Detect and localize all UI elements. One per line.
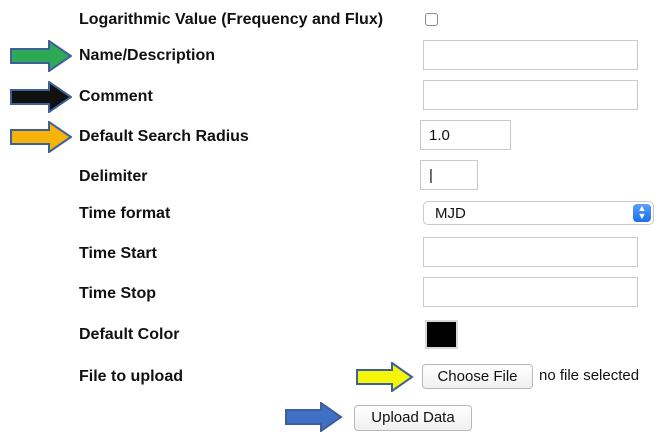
black-arrow-icon bbox=[10, 81, 72, 113]
blue-arrow-icon bbox=[285, 402, 343, 432]
no-file-selected-text: no file selected bbox=[539, 367, 640, 384]
choose-file-button[interactable]: Choose File bbox=[422, 364, 533, 389]
yellow-arrow-icon bbox=[356, 362, 414, 392]
select-stepper-icon: ▲ ▼ bbox=[633, 204, 651, 222]
time-format-select[interactable]: MJD ▲ ▼ bbox=[423, 201, 654, 225]
comment-label: Comment bbox=[79, 88, 153, 105]
file-upload-label: File to upload bbox=[79, 368, 183, 385]
time-stop-label: Time Stop bbox=[79, 285, 157, 302]
delimiter-label: Delimiter bbox=[79, 168, 148, 185]
time-format-label: Time format bbox=[79, 205, 171, 222]
search-radius-label: Default Search Radius bbox=[79, 128, 249, 145]
default-color-label: Default Color bbox=[79, 326, 180, 343]
name-description-input[interactable] bbox=[423, 40, 638, 70]
delimiter-input[interactable] bbox=[420, 160, 478, 190]
upload-data-button[interactable]: Upload Data bbox=[354, 405, 472, 431]
time-start-label: Time Start bbox=[79, 245, 157, 262]
name-description-label: Name/Description bbox=[79, 47, 216, 64]
time-format-value: MJD bbox=[435, 205, 466, 222]
time-stop-input[interactable] bbox=[423, 277, 638, 307]
default-color-swatch[interactable] bbox=[425, 320, 458, 349]
log-value-checkbox[interactable] bbox=[425, 13, 438, 26]
orange-arrow-icon bbox=[10, 121, 72, 153]
search-radius-input[interactable] bbox=[420, 120, 511, 150]
log-value-label: Logarithmic Value (Frequency and Flux) bbox=[79, 11, 384, 28]
green-arrow-icon bbox=[10, 40, 72, 72]
time-start-input[interactable] bbox=[423, 237, 638, 267]
comment-input[interactable] bbox=[423, 80, 638, 110]
